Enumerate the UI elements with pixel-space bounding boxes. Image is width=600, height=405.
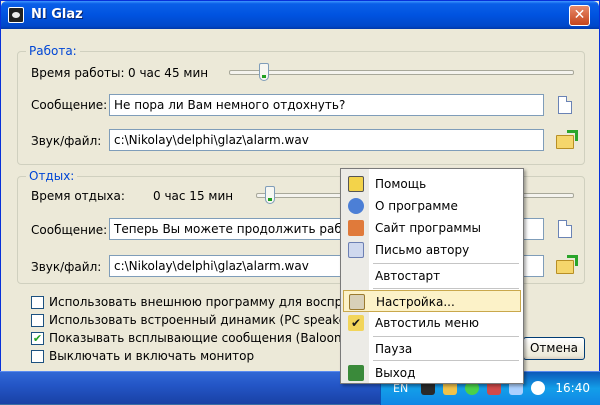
eye-app-icon bbox=[8, 7, 24, 23]
document-icon[interactable] bbox=[558, 96, 572, 114]
menu-separator bbox=[373, 360, 519, 361]
rest-sound-label: Звук/файл: bbox=[31, 260, 102, 274]
menu-item-email-author[interactable]: Письмо автору bbox=[343, 239, 521, 261]
info-icon bbox=[348, 198, 364, 214]
menu-item-label: Пауза bbox=[375, 342, 413, 356]
work-message-input[interactable]: Не пора ли Вам немного отдохнуть? bbox=[109, 94, 544, 116]
work-group-label: Работа: bbox=[26, 44, 80, 58]
document-icon[interactable] bbox=[558, 220, 572, 238]
menu-item-label: Помощь bbox=[375, 177, 427, 191]
rest-time-label: Время отдыха: bbox=[31, 189, 125, 203]
menu-item-autostyle[interactable]: ✔ Автостиль меню bbox=[343, 312, 521, 334]
menu-item-label: Сайт программы bbox=[375, 221, 481, 235]
menu-item-autostart[interactable]: Автостарт bbox=[343, 265, 521, 287]
help-tray-icon[interactable] bbox=[531, 381, 545, 395]
menu-item-about[interactable]: О программе bbox=[343, 195, 521, 217]
help-icon bbox=[348, 176, 364, 192]
close-button[interactable]: ✕ bbox=[569, 5, 590, 26]
mail-icon bbox=[348, 242, 364, 258]
menu-item-label: О программе bbox=[375, 199, 458, 213]
work-sound-input[interactable]: c:\Nikolay\delphi\glaz\alarm.wav bbox=[109, 129, 544, 151]
menu-item-website[interactable]: Сайт программы bbox=[343, 217, 521, 239]
monitor-toggle-label: Выключать и включать монитор bbox=[49, 349, 255, 363]
external-program-label: Использовать внешнюю программу для воспр… bbox=[49, 295, 387, 309]
menu-item-label: Автостарт bbox=[375, 269, 441, 283]
exit-icon bbox=[348, 365, 364, 381]
menu-item-label: Автостиль меню bbox=[375, 316, 479, 330]
home-icon bbox=[348, 220, 364, 236]
checkmark-icon: ✔ bbox=[348, 315, 364, 331]
menu-item-help[interactable]: Помощь bbox=[343, 173, 521, 195]
menu-separator bbox=[373, 288, 519, 289]
work-time-slider-track[interactable] bbox=[229, 70, 574, 75]
open-folder-icon[interactable] bbox=[556, 135, 574, 149]
rest-message-label: Сообщение: bbox=[31, 223, 108, 237]
work-sound-label: Звук/файл: bbox=[31, 134, 102, 148]
menu-item-label: Выход bbox=[375, 366, 416, 380]
rest-time-value: 0 час 15 мин bbox=[153, 189, 234, 203]
menu-separator bbox=[373, 263, 519, 264]
external-program-checkbox[interactable] bbox=[31, 296, 44, 309]
balloon-hints-label: Показывать всплывающие сообщения (Baloon… bbox=[49, 331, 381, 345]
menu-separator bbox=[373, 336, 519, 337]
rest-time-slider-thumb[interactable] bbox=[265, 186, 276, 204]
system-clock: 16:40 bbox=[555, 381, 590, 395]
menu-item-exit[interactable]: Выход bbox=[343, 362, 521, 384]
title-bar[interactable]: NI Glaz ✕ bbox=[1, 1, 599, 29]
balloon-hints-checkbox[interactable]: ✔ bbox=[31, 332, 44, 345]
menu-item-settings[interactable]: Настройка... bbox=[343, 290, 521, 312]
open-folder-icon[interactable] bbox=[556, 260, 574, 274]
menu-item-pause[interactable]: Пауза bbox=[343, 338, 521, 360]
pc-speaker-label: Использовать встроенный динамик (PC spea… bbox=[49, 313, 356, 327]
checkmark-icon: ✔ bbox=[32, 332, 43, 345]
pc-speaker-checkbox[interactable] bbox=[31, 314, 44, 327]
tray-context-menu: Помощь О программе Сайт программы Письмо… bbox=[340, 168, 524, 384]
menu-item-label: Настройка... bbox=[376, 295, 455, 309]
rest-group-label: Отдых: bbox=[26, 169, 78, 183]
work-time-slider-thumb[interactable] bbox=[259, 63, 270, 81]
cancel-button[interactable]: Отмена bbox=[523, 337, 585, 360]
window-title: NI Glaz bbox=[31, 7, 83, 22]
menu-item-label: Письмо автору bbox=[375, 243, 470, 257]
work-message-label: Сообщение: bbox=[31, 98, 108, 112]
work-time-label: Время работы: bbox=[31, 66, 125, 80]
work-time-value: 0 час 45 мин bbox=[128, 66, 209, 80]
monitor-toggle-checkbox[interactable] bbox=[31, 350, 44, 363]
settings-tools-icon bbox=[349, 294, 365, 310]
